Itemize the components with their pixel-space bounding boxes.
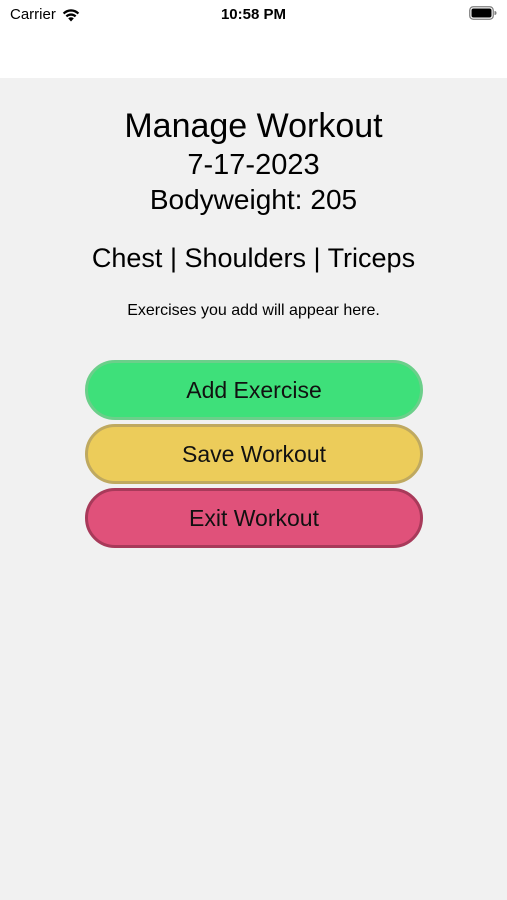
- save-workout-label: Save Workout: [181, 440, 327, 467]
- bodyweight-value: 205: [310, 184, 358, 215]
- exit-workout-button[interactable]: Exit Workout: [85, 488, 423, 548]
- clock-time: 10:58 PM: [220, 6, 287, 23]
- page-title: Manage Workout: [124, 107, 383, 145]
- bodyweight-display: Bodyweight: 205: [0, 182, 507, 218]
- battery-icon: [469, 6, 497, 20]
- add-exercise-button[interactable]: Add Exercise: [85, 360, 423, 420]
- exercises-empty-message: Exercises you add will appear here.: [127, 302, 380, 319]
- muscle-groups: Chest | Shoulders | Triceps: [91, 243, 416, 273]
- manage-workout-screen: Manage Workout 7-17-2023 Bodyweight: 205…: [0, 78, 507, 900]
- exit-workout-label: Exit Workout: [189, 504, 319, 531]
- add-exercise-label: Add Exercise: [186, 376, 322, 403]
- bodyweight-label: Bodyweight:: [149, 184, 303, 215]
- save-workout-button[interactable]: Save Workout: [85, 424, 423, 484]
- status-bar: Carrier 10:58 PM: [0, 0, 507, 78]
- workout-date: 7-17-2023: [187, 149, 320, 181]
